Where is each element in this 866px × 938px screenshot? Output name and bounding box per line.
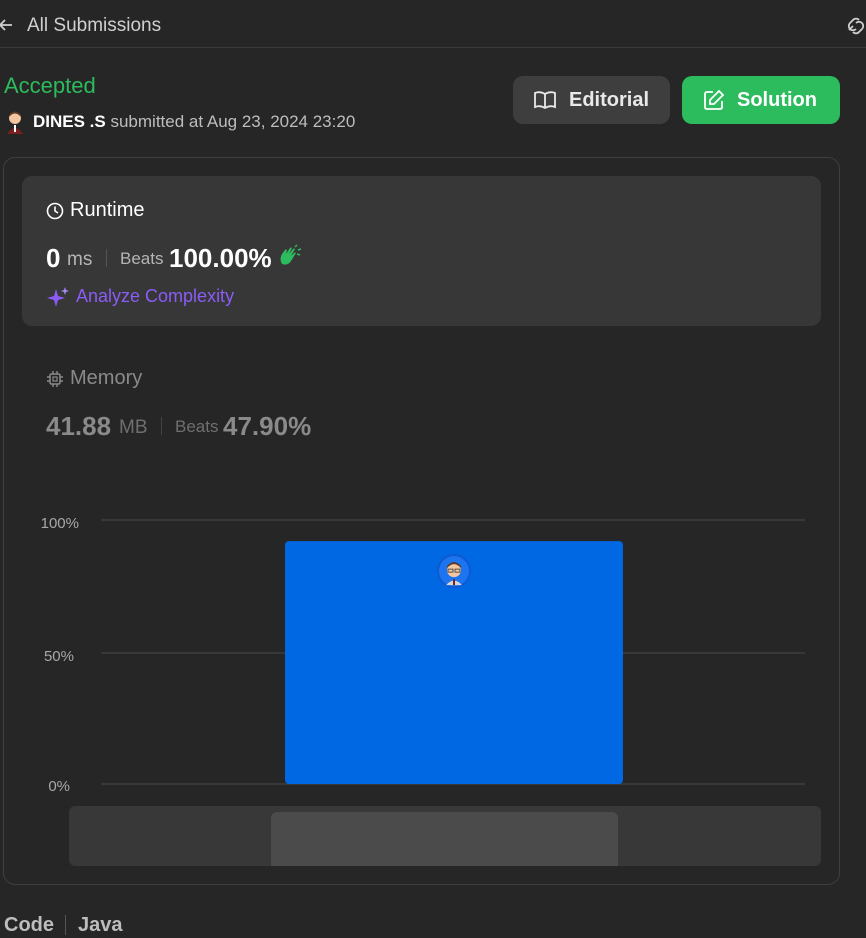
language-label: Java [78, 914, 123, 936]
code-divider [65, 915, 66, 935]
memory-distribution-chart: 100% 50% 0% [41, 515, 805, 795]
y-tick-label-0: 0% [48, 778, 70, 795]
chart-range-thumb[interactable] [271, 812, 618, 866]
y-tick-label-50: 50% [44, 648, 74, 665]
user-marker-avatar[interactable] [437, 554, 471, 589]
code-label: Code [4, 914, 54, 936]
y-tick-label-100: 100% [41, 515, 79, 532]
